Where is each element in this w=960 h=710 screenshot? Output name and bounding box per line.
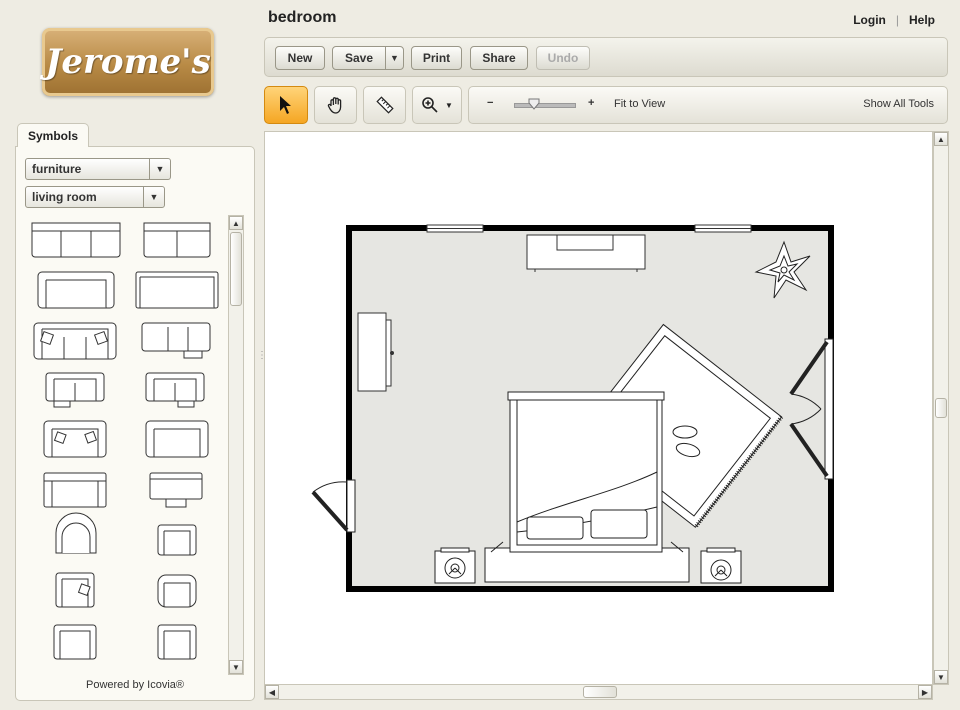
login-link[interactable]: Login [853, 13, 886, 27]
dresser-symbol[interactable] [526, 234, 646, 272]
bed-symbol[interactable] [484, 391, 690, 583]
window-symbol[interactable] [694, 224, 752, 233]
measure-tool-button[interactable] [363, 86, 406, 124]
category-value: furniture [32, 162, 82, 176]
armchair-symbol[interactable] [157, 574, 197, 608]
symbols-panel: furniture ▼ living room ▼ ▲ ▼ Powered by… [15, 146, 255, 701]
loveseat-symbol[interactable] [43, 472, 107, 508]
floorplan-drawing[interactable] [265, 132, 932, 684]
armchair-symbol[interactable] [157, 624, 197, 660]
save-label: Save [344, 51, 374, 65]
page-title: bedroom [268, 9, 337, 26]
link-separator: | [895, 13, 899, 27]
desk-symbol[interactable] [357, 312, 394, 392]
sofa-symbol[interactable] [33, 322, 117, 360]
scroll-thumb[interactable] [583, 686, 617, 698]
chevron-down-icon: ▼ [149, 159, 170, 179]
floorplan-canvas[interactable] [264, 131, 933, 685]
armchair-symbol[interactable] [55, 572, 95, 608]
pan-hand-icon [327, 97, 341, 114]
scroll-right-icon[interactable]: ▶ [918, 685, 932, 699]
zoom-slider-track[interactable] [514, 103, 576, 108]
zoom-in-button[interactable]: + [588, 97, 594, 109]
zoom-tool-button[interactable]: ▼ [412, 86, 462, 124]
scroll-thumb[interactable] [935, 398, 947, 418]
share-button[interactable]: Share [470, 46, 528, 70]
sofa-symbol[interactable] [45, 372, 105, 408]
header-links: Login | Help [853, 13, 935, 27]
sofa-symbol[interactable] [31, 222, 121, 258]
print-button[interactable]: Print [411, 46, 462, 70]
canvas-vertical-scrollbar[interactable]: ▲ ▼ [933, 131, 949, 685]
chevron-down-icon[interactable]: ▼ [445, 101, 453, 110]
scroll-down-icon[interactable]: ▼ [229, 660, 243, 674]
fit-to-view-link[interactable]: Fit to View [614, 98, 665, 110]
zoom-icon [422, 97, 438, 113]
jeromes-logo: Jerome's [42, 28, 214, 96]
scroll-up-icon[interactable]: ▲ [934, 132, 948, 146]
loveseat-symbol[interactable] [143, 222, 211, 258]
chevron-down-icon: ▼ [143, 187, 164, 207]
armchair-symbol[interactable] [53, 624, 97, 660]
subcategory-value: living room [32, 190, 97, 204]
select-icon [280, 96, 291, 114]
nightstand-lamp-symbol[interactable] [434, 547, 476, 584]
pan-tool-button[interactable] [314, 86, 357, 124]
symbol-list [26, 215, 226, 675]
sofa-symbol[interactable] [135, 271, 219, 309]
powered-by-text: Powered by Icovia® [86, 679, 184, 691]
subcategory-select[interactable]: living room ▼ [25, 186, 165, 208]
zoom-slider-thumb[interactable] [528, 98, 540, 110]
loveseat-symbol[interactable] [149, 472, 203, 508]
scroll-up-icon[interactable]: ▲ [229, 216, 243, 230]
new-button[interactable]: New [275, 46, 325, 70]
door-symbol[interactable] [311, 479, 356, 533]
undo-button[interactable]: Undo [536, 46, 590, 70]
symbol-list-scrollbar[interactable]: ▲ ▼ [228, 215, 244, 675]
sofa-symbol[interactable] [145, 372, 205, 408]
category-select[interactable]: furniture ▼ [25, 158, 171, 180]
sofa-symbol[interactable] [37, 271, 115, 309]
nightstand-lamp-symbol[interactable] [700, 547, 742, 584]
main-toolbar: New Save ▼ Print Share Undo [264, 37, 948, 77]
sectional-symbol[interactable] [141, 322, 211, 359]
help-link[interactable]: Help [909, 13, 935, 27]
zoom-out-button[interactable]: − [487, 97, 493, 109]
canvas-horizontal-scrollbar[interactable]: ◀ ▶ [264, 684, 933, 700]
logo-text: Jerome's [45, 42, 211, 82]
armchair-symbol[interactable] [157, 524, 197, 556]
measure-ruler-icon [375, 96, 394, 114]
armchair-symbol[interactable] [55, 512, 97, 554]
sofa-symbol[interactable] [145, 420, 209, 458]
tab-symbols[interactable]: Symbols [17, 123, 89, 147]
scroll-down-icon[interactable]: ▼ [934, 670, 948, 684]
chevron-down-icon[interactable]: ▼ [385, 47, 403, 69]
view-controls-bar: − + Fit to View Show All Tools [468, 86, 948, 124]
show-all-tools-link[interactable]: Show All Tools [863, 98, 934, 110]
sofa-symbol[interactable] [43, 420, 107, 458]
scroll-thumb[interactable] [230, 232, 242, 306]
select-tool-button[interactable] [264, 86, 308, 124]
panel-splitter-handle[interactable]: ⋮ [257, 345, 267, 367]
window-symbol[interactable] [426, 224, 484, 233]
save-button[interactable]: Save ▼ [332, 46, 404, 70]
scroll-left-icon[interactable]: ◀ [265, 685, 279, 699]
